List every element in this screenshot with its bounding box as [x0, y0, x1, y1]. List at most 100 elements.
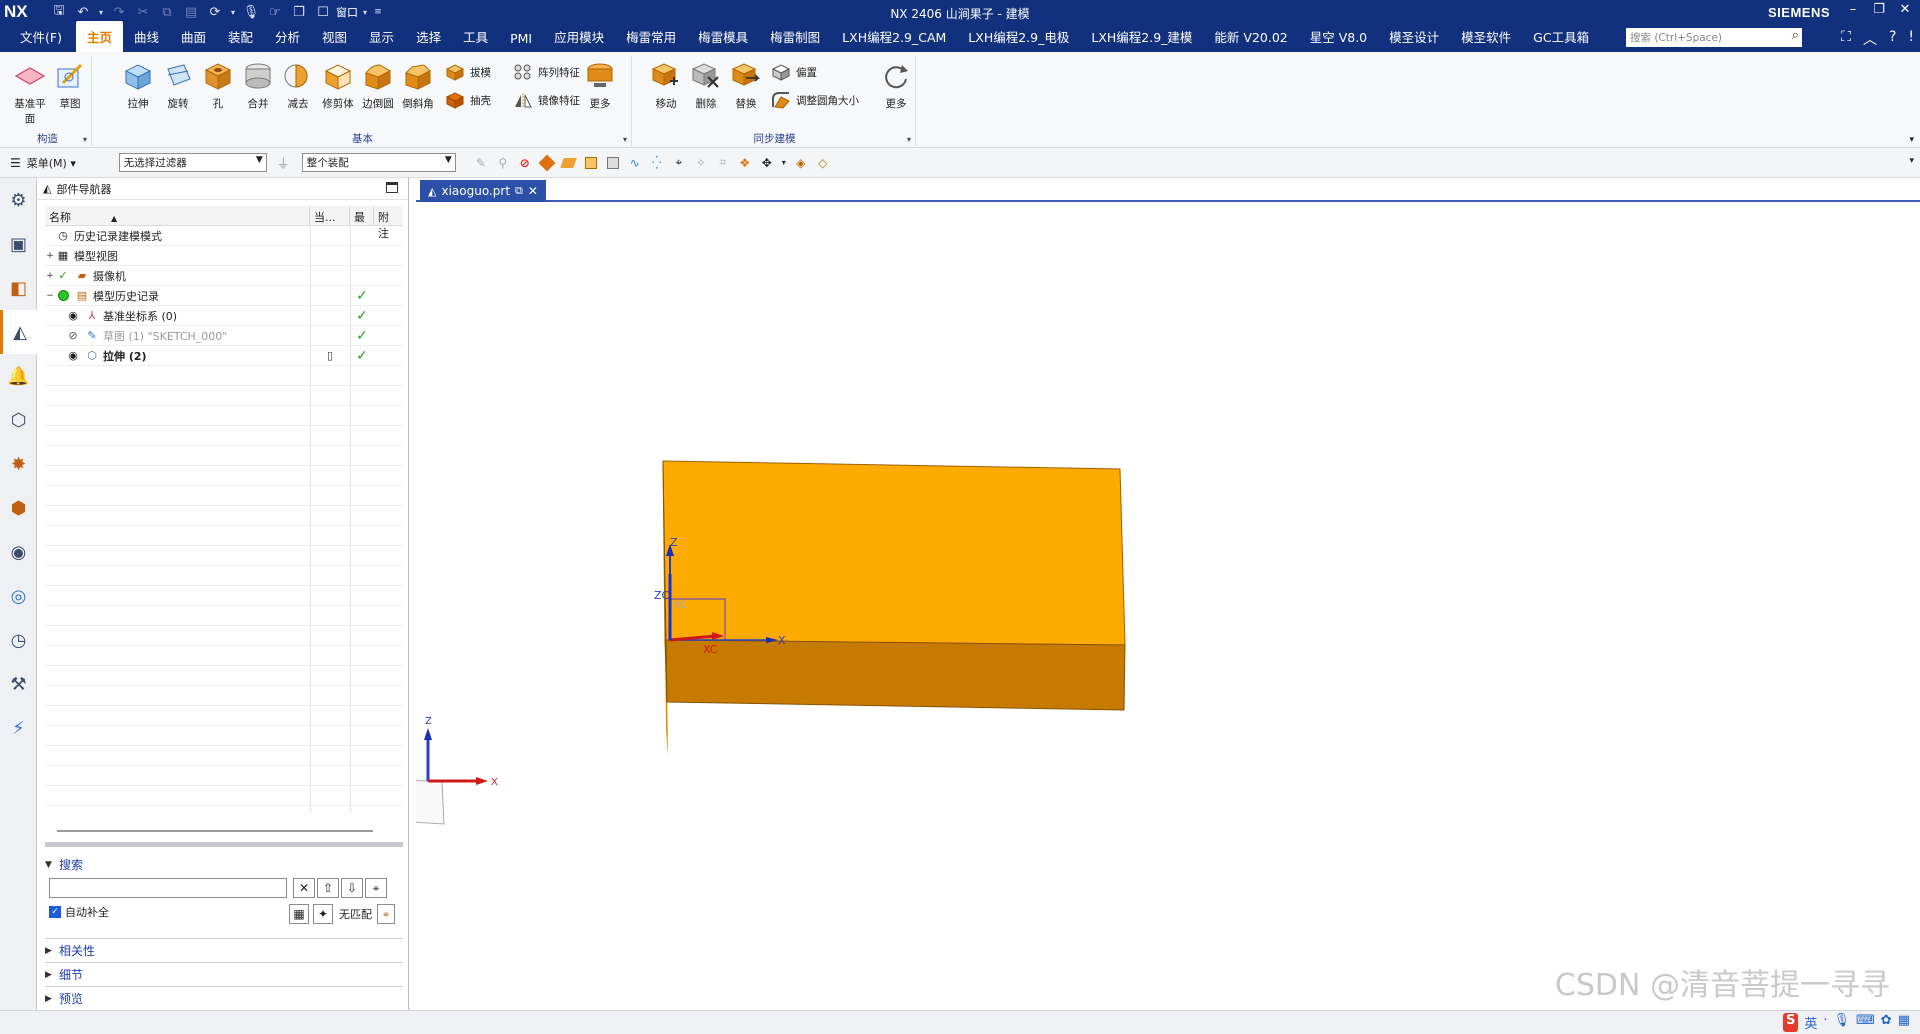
close-icon[interactable]: ✕: [1896, 2, 1914, 17]
tab-analysis[interactable]: 分析: [264, 27, 311, 52]
datum-plane-button[interactable]: 基准平面: [10, 60, 50, 126]
reset-filter-icon[interactable]: ⊘: [516, 154, 534, 172]
resize-blend-button[interactable]: 调整圆角大小: [770, 88, 859, 112]
trim-body-button[interactable]: 修剪体: [318, 60, 358, 111]
selection-scope-select[interactable]: 整个装配 ▼: [301, 153, 456, 172]
system-materials-icon[interactable]: ◎: [0, 574, 37, 618]
fullscreen-icon[interactable]: ⛶: [1841, 29, 1851, 49]
ribbon-options-icon[interactable]: ▾: [1909, 135, 1914, 145]
group-dropdown-icon[interactable]: ▾: [83, 135, 87, 144]
tab-curve[interactable]: 曲线: [123, 27, 170, 52]
search-scope-button[interactable]: ▦: [289, 904, 309, 924]
point-icon[interactable]: ⁛: [648, 154, 666, 172]
view-triad[interactable]: Z X: [409, 716, 498, 825]
help-icon[interactable]: ?: [1889, 29, 1896, 49]
replace-face-button[interactable]: 替换: [726, 60, 766, 111]
tab-mosheng-software[interactable]: 模圣软件: [1450, 27, 1522, 52]
keyboard-icon[interactable]: ⌨: [1856, 1013, 1875, 1032]
column-current[interactable]: 当...: [310, 206, 350, 225]
tab-lxh-electrode[interactable]: LXH编程2.9_电极: [957, 27, 1080, 52]
document-tab[interactable]: ◭ xiaoguo.prt ⧉ ✕: [420, 180, 546, 202]
type-filter-select[interactable]: 无选择过滤器 ▼: [118, 153, 267, 172]
tree-row-cameras[interactable]: + ✓ ▰ 摄像机: [45, 266, 403, 286]
process-studio-icon[interactable]: ⚒: [0, 662, 37, 706]
show-hide-icon[interactable]: ◈: [792, 154, 810, 172]
pattern-feature-button[interactable]: 阵列特征: [512, 60, 580, 84]
tree-row-history-mode[interactable]: ◷ 历史记录建模模式: [45, 226, 403, 246]
tab-home[interactable]: 主页: [75, 21, 123, 52]
feature-selection-icon[interactable]: ⚲: [494, 154, 512, 172]
3d-viewport[interactable]: Z X ZC YC XC Z X CSDN @清音菩提一寻寻: [409, 204, 1920, 1010]
web-browser-icon[interactable]: ⬢: [0, 486, 37, 530]
touch-mode-icon[interactable]: ☞: [264, 2, 286, 22]
quick-pick-icon[interactable]: ◇: [814, 154, 832, 172]
panel-splitter[interactable]: [45, 842, 403, 847]
orient-dropdown-icon[interactable]: ▾: [780, 154, 788, 172]
ime-mode-icon[interactable]: 英: [1804, 1013, 1817, 1032]
unite-button[interactable]: 合并: [238, 60, 278, 111]
window-icon[interactable]: ☐: [312, 2, 334, 22]
tab-meilei-mold[interactable]: 梅雷模具: [687, 27, 759, 52]
viewport-canvas[interactable]: Z X ZC YC XC Z X: [409, 204, 1920, 1010]
pop-out-icon[interactable]: ⧉: [515, 184, 523, 198]
tab-meilei-common[interactable]: 梅雷常用: [615, 27, 687, 52]
solid-body-icon[interactable]: [538, 154, 556, 172]
tab-select[interactable]: 选择: [405, 27, 452, 52]
repeat-command-icon[interactable]: ⟳: [204, 2, 226, 22]
vertex-icon[interactable]: ✧: [692, 154, 710, 172]
customize-qa-icon[interactable]: ≡: [372, 2, 384, 22]
column-comment[interactable]: 附注: [374, 206, 403, 240]
offset-face-button[interactable]: 偏置: [770, 60, 817, 84]
tree-row-extrude[interactable]: ◉ ⬡ 拉伸 (2) ▯ ✓: [45, 346, 403, 366]
switch-window-icon[interactable]: ❐: [288, 2, 310, 22]
autocomplete-toggle[interactable]: ✓ 自动补全: [49, 904, 109, 920]
column-name[interactable]: 名称 ▲: [45, 206, 310, 225]
horizontal-scrollbar[interactable]: [57, 830, 373, 832]
move-face-button[interactable]: 移动: [646, 60, 686, 111]
tab-assembly[interactable]: 装配: [217, 27, 264, 52]
restore-icon[interactable]: ❐: [1870, 2, 1888, 17]
tree-row-datum-csys[interactable]: ◉ ⅄ 基准坐标系 (0) ✓: [45, 306, 403, 326]
checkbox-checked-icon[interactable]: ✓: [49, 906, 61, 918]
window-menu[interactable]: 窗口: [336, 2, 358, 22]
history-palette-icon[interactable]: ◉: [0, 530, 37, 574]
part-navigator-icon[interactable]: ◭: [0, 310, 37, 354]
more-sync-button[interactable]: 更多: [876, 60, 916, 111]
general-selection-icon[interactable]: ✎: [472, 154, 490, 172]
tab-display[interactable]: 显示: [358, 27, 405, 52]
sketch-button[interactable]: 草图: [50, 60, 90, 111]
microphone-icon[interactable]: 🎙: [240, 2, 262, 22]
history-icon[interactable]: ◷: [0, 618, 37, 662]
draft-button[interactable]: 拔模: [444, 60, 491, 84]
tab-lxh-cam[interactable]: LXH编程2.9_CAM: [831, 27, 957, 52]
column-latest[interactable]: 最: [350, 206, 374, 225]
tab-tools[interactable]: 工具: [452, 27, 499, 52]
dependencies-section[interactable]: ▶ 相关性: [45, 942, 403, 959]
edge-blend-button[interactable]: 边倒圆: [358, 60, 398, 111]
tab-xingkong[interactable]: 星空 V8.0: [1299, 27, 1378, 52]
tab-mosheng-design[interactable]: 模圣设计: [1378, 27, 1450, 52]
filter-icon[interactable]: ⏚: [277, 153, 290, 172]
chamfer-button[interactable]: 倒斜角: [398, 60, 438, 111]
tab-lxh-modeling[interactable]: LXH编程2.9_建模: [1080, 27, 1203, 52]
sheet-body-icon[interactable]: [604, 154, 622, 172]
tree-row-model-views[interactable]: + ▦ 模型视图: [45, 246, 403, 266]
shell-button[interactable]: 抽壳: [444, 88, 491, 112]
navigator-search-input[interactable]: [49, 878, 287, 898]
roles-icon[interactable]: ⚙: [0, 178, 37, 222]
delete-face-button[interactable]: 删除: [686, 60, 726, 111]
tab-applications[interactable]: 应用模块: [543, 27, 615, 52]
undo-dropdown-icon[interactable]: ▾: [96, 2, 106, 22]
eye-hidden-icon[interactable]: ⊘: [65, 329, 81, 343]
group-dropdown-icon[interactable]: ▾: [623, 135, 627, 144]
extrude-button[interactable]: 拉伸: [118, 60, 158, 111]
repeat-dropdown-icon[interactable]: ▾: [228, 2, 238, 22]
close-tab-icon[interactable]: ✕: [528, 184, 538, 198]
copy-icon[interactable]: ⧉: [156, 2, 178, 22]
maximize-icon[interactable]: [386, 182, 398, 193]
voice-input-icon[interactable]: 🎙: [1834, 1013, 1851, 1032]
snap-point-icon[interactable]: ⌖: [670, 154, 688, 172]
skin-icon[interactable]: ✿: [1881, 1013, 1892, 1032]
filter-search-button[interactable]: ✦: [313, 904, 333, 924]
tab-pmi[interactable]: PMI: [499, 31, 543, 52]
